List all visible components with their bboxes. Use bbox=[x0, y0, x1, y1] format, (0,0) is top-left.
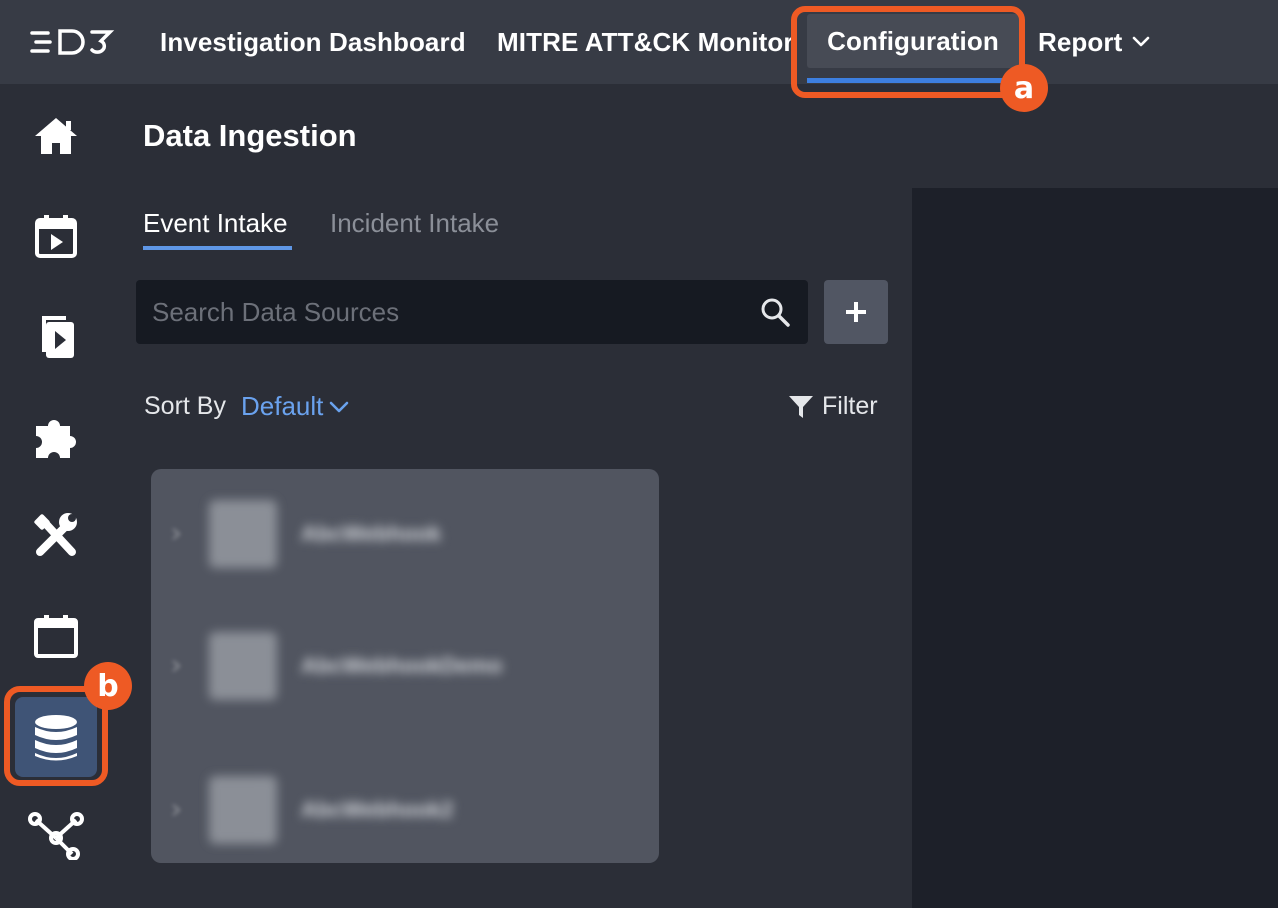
detail-area bbox=[912, 188, 1278, 908]
home-icon bbox=[35, 118, 77, 154]
data-source-thumbnail bbox=[209, 632, 277, 700]
data-source-name: AbcWebhookDemo bbox=[301, 653, 503, 678]
chevron-right-icon[interactable] bbox=[169, 527, 183, 541]
chevron-down-icon bbox=[1133, 36, 1150, 47]
sidebar-item-playbooks[interactable] bbox=[28, 308, 84, 364]
filter-button[interactable]: Filter bbox=[788, 392, 878, 421]
filter-label: Filter bbox=[822, 392, 878, 420]
nav-mitre-attack-monitor[interactable]: MITRE ATT&CK Monitor bbox=[497, 0, 794, 84]
sort-value: Default bbox=[241, 391, 324, 421]
data-source-thumbnail bbox=[209, 776, 277, 844]
page-title: Data Ingestion bbox=[143, 118, 357, 153]
sidebar-item-utility-commands[interactable] bbox=[28, 508, 84, 564]
list-item[interactable]: AbcWebhook2 bbox=[151, 745, 659, 863]
list-item[interactable]: AbcWebhookDemo bbox=[151, 601, 659, 731]
nav-report-label: Report bbox=[1038, 26, 1123, 57]
chevron-down-icon bbox=[330, 401, 349, 412]
sidebar-item-schedule[interactable] bbox=[28, 608, 84, 664]
document-play-icon bbox=[42, 316, 74, 358]
sort-dropdown[interactable]: Default bbox=[241, 391, 349, 422]
sort-by-label: Sort By bbox=[144, 392, 226, 420]
chevron-right-icon[interactable] bbox=[169, 659, 183, 673]
nav-investigation-dashboard[interactable]: Investigation Dashboard bbox=[160, 0, 466, 84]
annotation-badge-b: b bbox=[84, 662, 132, 710]
top-nav-bar: Investigation Dashboard MITRE ATT&CK Mon… bbox=[0, 0, 1278, 84]
sidebar-item-relationships[interactable] bbox=[28, 808, 84, 864]
chevron-right-icon[interactable] bbox=[169, 803, 183, 817]
data-source-name: AbcWebhook2 bbox=[301, 797, 454, 822]
d3-logo-icon[interactable] bbox=[30, 27, 116, 57]
plus-icon bbox=[846, 302, 866, 322]
tools-icon bbox=[34, 513, 77, 556]
nav-report[interactable]: Report bbox=[1038, 0, 1150, 84]
tab-incident-intake[interactable]: Incident Intake bbox=[330, 208, 499, 239]
search-input[interactable] bbox=[136, 280, 808, 344]
filter-icon bbox=[789, 395, 813, 418]
calendar-play-icon bbox=[35, 215, 77, 258]
add-data-source-button[interactable] bbox=[824, 280, 888, 344]
highlight-configuration bbox=[791, 6, 1025, 98]
list-item[interactable]: AbcWebhook bbox=[151, 469, 659, 599]
calendar-icon bbox=[34, 615, 78, 658]
data-source-list: AbcWebhook AbcWebhookDemo AbcWebhook2 bbox=[151, 469, 659, 863]
share-nodes-icon bbox=[28, 812, 84, 860]
active-tab-underline bbox=[143, 246, 292, 250]
annotation-badge-a: a bbox=[1000, 64, 1048, 112]
data-source-name: AbcWebhook bbox=[301, 521, 442, 546]
search-icon[interactable] bbox=[759, 296, 791, 328]
tab-event-intake[interactable]: Event Intake bbox=[143, 208, 288, 239]
sidebar-item-integrations[interactable] bbox=[28, 408, 84, 464]
puzzle-icon bbox=[36, 420, 76, 458]
data-source-thumbnail bbox=[209, 500, 277, 568]
sidebar-item-home[interactable] bbox=[28, 108, 84, 164]
sidebar-item-playbook-schedule[interactable] bbox=[28, 208, 84, 264]
